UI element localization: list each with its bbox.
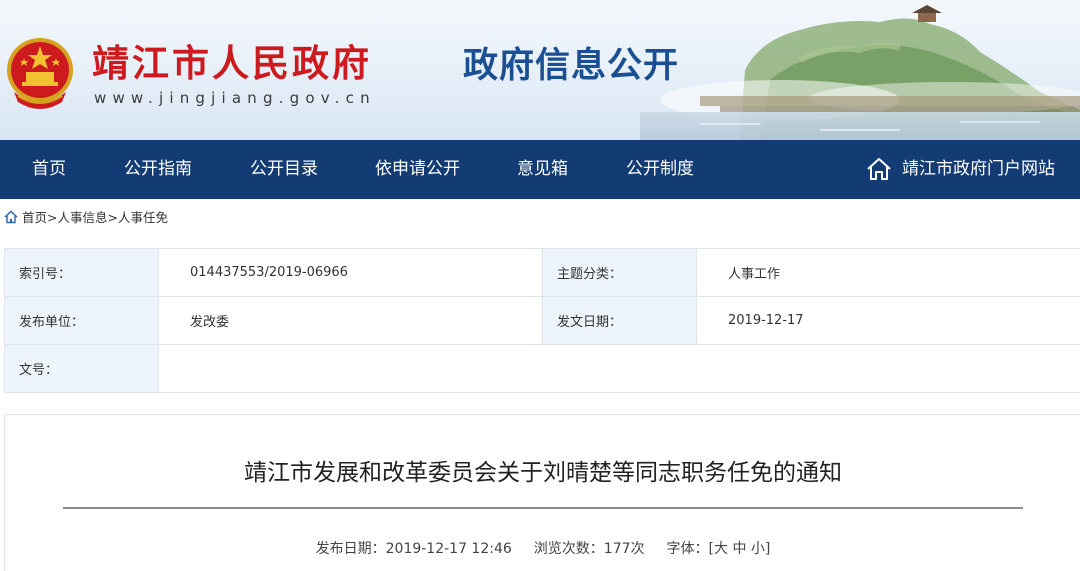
issue-date-value: 2019-12-17 (696, 296, 1080, 345)
font-size-medium-button[interactable]: 中 (732, 541, 746, 557)
nav-item-catalog[interactable]: 公开目录 (250, 140, 318, 199)
breadcrumb-personnel-info[interactable]: 人事信息 (58, 210, 108, 225)
doc-number-value (158, 344, 1080, 393)
publisher-value: 发改委 (158, 296, 543, 345)
doc-number-label: 文号： (4, 344, 159, 393)
section-title: 政府信息公开 (463, 46, 680, 86)
table-row: 文号： (4, 344, 1080, 393)
font-size-small-button[interactable]: 小 (751, 541, 765, 557)
nav-item-application[interactable]: 依申请公开 (375, 140, 460, 199)
topic-value: 人事工作 (696, 248, 1080, 297)
portal-link-label: 靖江市政府门户网站 (902, 159, 1055, 179)
home-icon (4, 210, 18, 224)
breadcrumb-appointments[interactable]: 人事任免 (118, 210, 168, 225)
nav-item-mailbox[interactable]: 意见箱 (517, 140, 568, 199)
index-number-value: 014437553/2019-06966 (158, 248, 543, 297)
table-row: 索引号： 014437553/2019-06966 主题分类： 人事工作 (4, 248, 1080, 297)
title-divider (63, 507, 1023, 509)
nav-item-home[interactable]: 首页 (32, 140, 66, 199)
font-size-bracket-close: ] (764, 541, 771, 557)
site-url: www.jingjiang.gov.cn (94, 89, 376, 107)
view-count-value: 177次 (603, 541, 645, 557)
issue-date-label: 发文日期： (542, 296, 697, 345)
font-size-large-button[interactable]: 大 (714, 541, 728, 557)
breadcrumb: 首页>人事信息>人事任免 (4, 209, 168, 227)
portal-link[interactable]: 靖江市政府门户网站 (866, 140, 1055, 199)
view-count-label: 浏览次数： (533, 541, 604, 557)
main-nav: 首页 公开指南 公开目录 依申请公开 意见箱 公开制度 靖江市政府门户网站 (0, 140, 1080, 199)
topic-label: 主题分类： (542, 248, 697, 297)
table-row: 发布单位： 发改委 发文日期： 2019-12-17 (4, 296, 1080, 345)
article-meta: 发布日期：2019-12-17 12:46 浏览次数：177次 字体：[大 中 小] (5, 539, 1080, 559)
breadcrumb-home[interactable]: 首页 (22, 210, 47, 225)
nav-item-guide[interactable]: 公开指南 (124, 140, 192, 199)
site-name: 靖江市人民政府 (92, 41, 372, 85)
font-size-label: 字体： (666, 541, 709, 557)
article-title: 靖江市发展和改革委员会关于刘晴楚等同志职务任免的通知 (244, 460, 842, 486)
national-emblem-icon (7, 38, 73, 109)
site-header: 靖江市人民政府 www.jingjiang.gov.cn 政府信息公开 (0, 0, 1080, 140)
breadcrumb-separator: > (47, 210, 58, 225)
document-info-table: 索引号： 014437553/2019-06966 主题分类： 人事工作 发布单… (4, 248, 1080, 393)
publisher-label: 发布单位： (4, 296, 159, 345)
breadcrumb-separator: > (107, 210, 118, 225)
nav-item-system[interactable]: 公开制度 (626, 140, 694, 199)
publish-date-value: 2019-12-17 12:46 (385, 541, 512, 557)
publish-date-label: 发布日期： (315, 541, 386, 557)
article-panel: 靖江市发展和改革委员会关于刘晴楚等同志职务任免的通知 发布日期：2019-12-… (4, 414, 1080, 571)
home-icon (867, 158, 891, 180)
index-number-label: 索引号： (4, 248, 159, 297)
